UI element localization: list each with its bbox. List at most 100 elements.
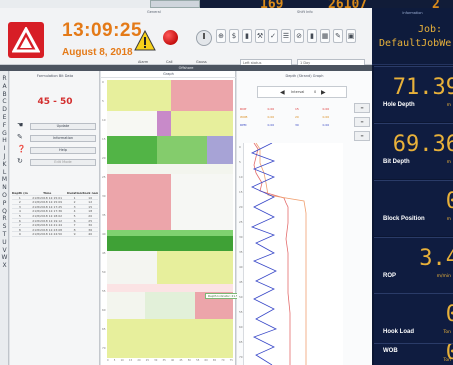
block-white-5 [107,292,145,319]
left-tool-5[interactable]: E [1,114,8,121]
prev-arrow-icon[interactable]: ◀ [280,89,285,96]
graph-x-tick: 15 [128,359,133,362]
block-position-unit: m [446,217,451,222]
job-value: DefaultJobWe [379,38,452,49]
block-white-4 [107,251,157,284]
interval-control[interactable]: ◀ Interval 0 ▶ [257,86,347,98]
depth-y-tick: 10 [239,175,243,179]
alarm-label: Alarm [138,60,149,64]
tool-column-button[interactable]: ▮ [307,29,317,43]
tool-panel-button[interactable]: ▣ [346,29,356,43]
graph-y-tick: 25 [102,175,106,179]
tile-block-position: 0 Block Position m [374,180,453,236]
left-tool-10[interactable]: J [1,153,8,160]
tool-wrench-button[interactable]: ⚒ [255,29,265,43]
left-tool-9[interactable]: I [1,145,8,152]
tool-target-button[interactable]: ⊕ [216,29,226,43]
tool-grid-button[interactable]: ▦ [320,29,330,43]
tool-bar-button[interactable]: ▮ [242,29,252,43]
left-tool-14[interactable]: N [1,184,8,191]
table-cell: 9 [73,232,76,236]
legend-row-rpm: RPM 0.00 30 0.00 [240,121,350,129]
block-pink-3 [107,284,233,292]
job-label: Job: [418,24,443,35]
left-tool-15[interactable]: O [1,192,8,199]
table-cell: 8 [18,227,21,232]
left-tool-18[interactable]: R [1,215,8,222]
left-toolbar: RABCDEFGHIJKLMNOPQRSTUVWX [0,71,9,365]
table-cell: 21/8/2018 12:21:44 [32,223,63,227]
table-cell: 1 [18,195,21,200]
left-tool-20[interactable]: T [1,231,8,238]
hole-depth-value: 71.39 [392,75,453,100]
table-cell: 3 [73,204,76,209]
table-cell: 9 [18,232,21,236]
depth-y-tick: 55 [239,310,243,314]
tool-edit-button[interactable]: ✎ [333,29,343,43]
depth-y-tick: 30 [239,235,243,239]
left-tool-23[interactable]: W [1,254,8,261]
legend-rop-max: 0.00 [322,107,330,111]
left-tool-24[interactable]: X [1,262,8,269]
depth-curve-plot[interactable] [243,143,343,365]
side-button-2[interactable]: ≡ [354,117,370,127]
tool-list-button[interactable]: ☰ [281,29,291,43]
left-tool-16[interactable]: P [1,200,8,207]
tool-check-button[interactable]: ✓ [268,29,278,43]
next-arrow-icon[interactable]: ▶ [321,89,326,96]
tool-stop-button[interactable]: ⊘ [294,29,304,43]
left-tool-8[interactable]: H [1,137,8,144]
app-logo [8,22,44,58]
tile-hook-load: 0 Hook Load Ton [374,293,453,349]
left-tool-7[interactable]: G [1,130,8,137]
left-tool-0[interactable]: R [1,75,8,82]
table-cell: 21/8/2018 12:19:12 [32,218,63,223]
lithology-plot[interactable] [107,80,233,358]
help-button[interactable]: Help [30,147,96,154]
information-button[interactable]: Information [30,135,96,142]
left-tool-11[interactable]: K [1,161,8,168]
left-tool-17[interactable]: Q [1,208,8,215]
rop-unit: m/min [436,274,451,279]
depth-y-tick: 5 [239,160,241,164]
gauge-dial-icon[interactable] [196,30,212,46]
table-cell: 2 [73,200,76,204]
block-position-value: 0 [445,189,453,214]
call-label: Call [166,60,173,64]
side-button-3[interactable]: ≡ [354,131,370,141]
left-tool-2[interactable]: B [1,91,8,98]
graph-y-tick: 10 [102,118,106,122]
left-tool-22[interactable]: V [1,247,8,254]
block-white-1 [107,111,157,136]
graph-y-tick: 40 [102,232,106,236]
warning-icon[interactable] [134,30,156,52]
table-cell: 4 [18,209,21,213]
table-cell: 7 [18,223,21,227]
left-tool-12[interactable]: L [1,169,8,176]
graph-x-tick: 35 [162,359,166,362]
graph-y-tick: 60 [102,308,106,312]
alarm-light-icon[interactable] [163,30,178,45]
info-panel: Information Job: DefaultJobWe 71.39 Hole… [372,8,453,365]
top-strip: 169 26107 2 [0,0,453,12]
legend-rpm-max: 0.00 [322,123,330,127]
table-row[interactable]: 9 21/8/2018 12:24:50 9 40 [12,232,98,237]
left-tool-1[interactable]: A [1,83,8,90]
table-cell: 12 [88,200,93,204]
table-cell: 3 [18,204,21,209]
left-tool-6[interactable]: F [1,122,8,129]
top-widget[interactable] [150,0,200,8]
left-tool-19[interactable]: S [1,223,8,230]
side-button-1[interactable]: ≡ [354,103,370,113]
legend-rop-min: 0.00 [267,107,275,111]
table-cell: 21/8/2018 12:24:50 [32,232,63,236]
block-position-label: Block Position [383,216,425,222]
left-tool-3[interactable]: C [1,98,8,105]
tool-dollar-button[interactable]: $ [229,29,239,43]
left-tool-13[interactable]: M [1,176,8,183]
curve-legend: ROP 0.00 15 0.00 WOB 0.00 20 0.00 RPM 0.… [240,105,350,129]
left-tool-4[interactable]: D [1,106,8,113]
update-button[interactable]: Update [30,123,96,130]
edit-mode-button[interactable]: Edit Mode [30,159,96,166]
left-tool-21[interactable]: U [1,239,8,246]
